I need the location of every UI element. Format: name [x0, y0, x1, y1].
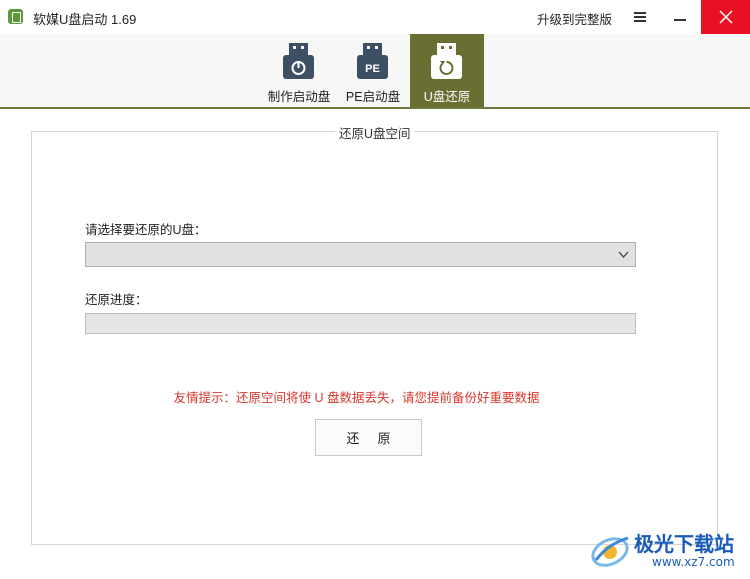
tab-label: PE启动盘: [345, 90, 401, 104]
minimize-button[interactable]: [662, 0, 698, 34]
restore-button[interactable]: 还原: [315, 419, 422, 456]
watermark-logo-icon: [591, 536, 629, 567]
app-logo-icon: [8, 9, 23, 24]
watermark-url: www.xz7.com: [652, 555, 735, 569]
toolbar-divider: [0, 107, 750, 109]
upgrade-link[interactable]: 升级到完整版: [537, 9, 612, 28]
progress-label: 还原进度：: [85, 293, 148, 307]
close-button[interactable]: [701, 0, 750, 34]
app-title: 软媒U盘启动 1.69: [33, 12, 137, 27]
drive-select[interactable]: [85, 242, 636, 267]
tab-label: U盘还原: [423, 90, 471, 104]
group-title: 还原U盘空间: [335, 123, 415, 142]
tab-make-boot-disk[interactable]: 制作启动盘: [262, 34, 336, 107]
tab-pe-boot-disk[interactable]: PE PE启动盘: [336, 34, 410, 107]
select-drive-label: 请选择要还原的U盘：: [85, 223, 207, 237]
usb-power-icon: [283, 43, 314, 79]
watermark: 极光下载站 www.xz7.com: [590, 528, 750, 574]
chevron-down-icon: [618, 251, 629, 258]
menu-icon[interactable]: [626, 0, 654, 34]
restore-progress-bar: [85, 313, 636, 334]
restore-groupbox: [31, 131, 718, 545]
close-icon: [719, 10, 733, 24]
usb-restore-icon: [431, 43, 462, 79]
watermark-name: 极光下载站: [634, 532, 734, 556]
tab-usb-restore[interactable]: U盘还原: [410, 34, 484, 107]
warning-tip: 友情提示：还原空间将使 U 盘数据丢失，请您提前备份好重要数据: [173, 391, 540, 405]
tab-label: 制作启动盘: [267, 90, 331, 104]
svg-text:PE: PE: [365, 63, 380, 75]
title-bar: 软媒U盘启动 1.69 升级到完整版: [0, 0, 750, 34]
usb-pe-icon: PE: [357, 43, 388, 79]
